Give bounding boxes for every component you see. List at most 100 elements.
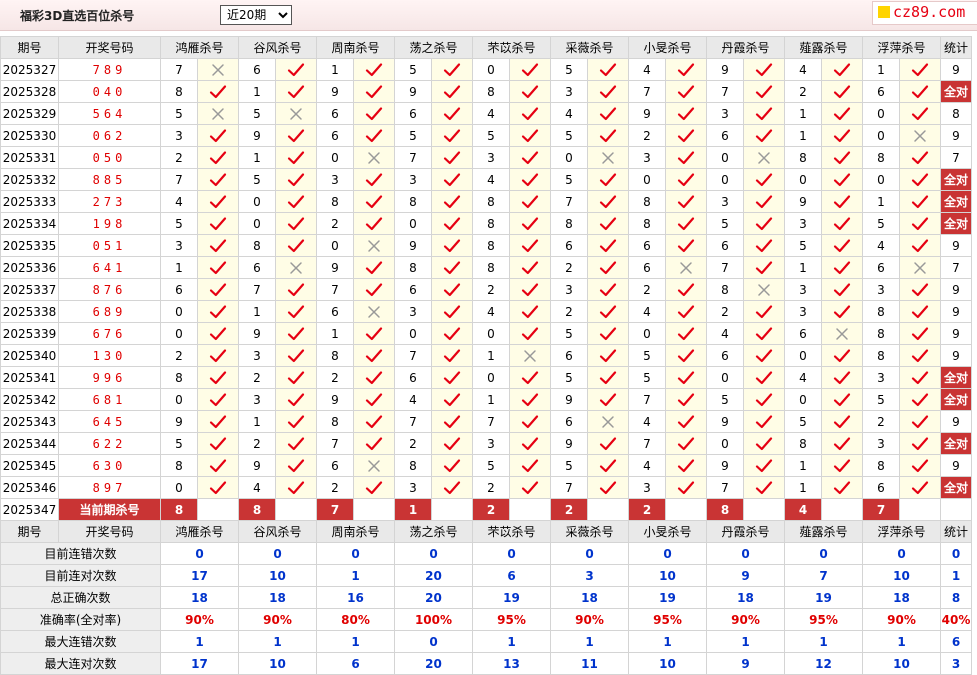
stats-value: 1: [238, 630, 317, 653]
check-icon: [521, 305, 539, 319]
hit-mark-cell: [899, 388, 941, 411]
current-kill-spacer: [899, 498, 941, 521]
col-header-expert[interactable]: 周南杀号: [316, 36, 395, 59]
hit-mark-cell: [353, 388, 395, 411]
col-header-expert[interactable]: 荡之杀号: [394, 520, 473, 543]
hit-mark-cell: [587, 476, 629, 499]
col-header-expert[interactable]: 采薇杀号: [550, 520, 629, 543]
col-header-expert[interactable]: 小旻杀号: [628, 520, 707, 543]
current-kill-spacer: [197, 498, 239, 521]
col-header-expert[interactable]: 芣苡杀号: [472, 36, 551, 59]
draw-number-cell: 273: [58, 190, 161, 213]
current-kill-number: 8: [160, 498, 198, 521]
hit-mark-cell: [353, 168, 395, 191]
col-header-expert[interactable]: 丹霞杀号: [706, 36, 785, 59]
col-header-expert[interactable]: 丹霞杀号: [706, 520, 785, 543]
current-kill-spacer: [431, 498, 473, 521]
check-icon: [911, 239, 929, 253]
kill-number-cell: 1: [472, 344, 510, 367]
hit-mark-cell: [509, 212, 551, 235]
kill-number-cell: 2: [238, 432, 276, 455]
kill-number-cell: 8: [472, 190, 510, 213]
kill-number-cell: 3: [472, 432, 510, 455]
kill-number-cell: 4: [628, 454, 666, 477]
col-header-expert[interactable]: 鸿雁杀号: [160, 36, 239, 59]
hit-mark-cell: [353, 432, 395, 455]
period-cell: 2025339: [0, 322, 59, 345]
kill-number-cell: 8: [316, 344, 354, 367]
kill-number-cell: 0: [160, 388, 198, 411]
stats-value: 1: [472, 630, 551, 653]
kill-number-cell: 7: [394, 344, 432, 367]
stats-value: 20: [394, 586, 473, 609]
col-header-expert[interactable]: 小旻杀号: [628, 36, 707, 59]
stats-value: 18: [706, 586, 785, 609]
kill-number-cell: 0: [784, 388, 822, 411]
site-logo[interactable]: cz89.com: [872, 1, 977, 25]
col-header-expert[interactable]: 浮萍杀号: [862, 520, 941, 543]
stats-value: 17: [160, 652, 239, 675]
hit-mark-cell: [509, 322, 551, 345]
kill-number-cell: 0: [784, 168, 822, 191]
kill-number-cell: 6: [550, 410, 588, 433]
table-row: 2025336 641 1 6 9 8 8 2 6 7 1 6 7: [0, 256, 972, 279]
check-icon: [287, 217, 305, 231]
stats-value: 95%: [628, 608, 707, 631]
draw-number-cell: 641: [58, 256, 161, 279]
col-header-expert[interactable]: 谷风杀号: [238, 520, 317, 543]
hit-mark-cell: [275, 300, 317, 323]
hit-mark-cell: [197, 256, 239, 279]
kill-number-cell: 7: [394, 146, 432, 169]
hit-mark-cell: [197, 476, 239, 499]
col-header-expert[interactable]: 周南杀号: [316, 520, 395, 543]
table-row: 2025335 051 3 8 0 9 8 6 6 6 5 4 9: [0, 234, 972, 257]
col-header-expert[interactable]: 谷风杀号: [238, 36, 317, 59]
check-icon: [209, 151, 227, 165]
hit-mark-cell: [275, 124, 317, 147]
kill-number-cell: 0: [160, 322, 198, 345]
period-select[interactable]: 近20期: [220, 5, 292, 25]
draw-number-cell: 676: [58, 322, 161, 345]
hit-mark-cell: [275, 322, 317, 345]
col-header-expert[interactable]: 薤露杀号: [784, 36, 863, 59]
hit-mark-cell: [431, 344, 473, 367]
kill-number-cell: 7: [628, 80, 666, 103]
hit-mark-cell: [743, 432, 785, 455]
kill-number-cell: 5: [550, 366, 588, 389]
stats-value: 19: [628, 586, 707, 609]
hit-mark-cell: [821, 124, 863, 147]
kill-number-cell: 6: [394, 366, 432, 389]
hit-mark-cell: [665, 102, 707, 125]
kill-number-cell: 4: [472, 102, 510, 125]
col-header-expert[interactable]: 荡之杀号: [394, 36, 473, 59]
col-header-expert[interactable]: 采薇杀号: [550, 36, 629, 59]
check-icon: [755, 349, 773, 363]
kill-number-cell: 7: [472, 410, 510, 433]
check-icon: [599, 283, 617, 297]
hit-mark-cell: [587, 168, 629, 191]
kill-number-cell: 5: [784, 410, 822, 433]
check-icon: [911, 371, 929, 385]
check-icon: [365, 415, 383, 429]
check-icon: [755, 327, 773, 341]
check-icon: [833, 481, 851, 495]
kill-number-cell: 7: [316, 432, 354, 455]
kill-number-cell: 0: [550, 146, 588, 169]
check-icon: [209, 129, 227, 143]
col-header-draw: 开奖号码: [58, 520, 161, 543]
col-header-expert[interactable]: 芣苡杀号: [472, 520, 551, 543]
col-header-expert[interactable]: 薤露杀号: [784, 520, 863, 543]
stats-value: 1: [316, 630, 395, 653]
check-icon: [443, 261, 461, 275]
kill-number-cell: 8: [784, 432, 822, 455]
check-icon: [209, 437, 227, 451]
hit-mark-cell: [821, 256, 863, 279]
kill-number-cell: 1: [316, 58, 354, 81]
hit-mark-cell: [353, 102, 395, 125]
hit-mark-cell: [587, 190, 629, 213]
col-header-expert[interactable]: 浮萍杀号: [862, 36, 941, 59]
kill-number-cell: 5: [706, 212, 744, 235]
check-icon: [755, 217, 773, 231]
col-header-expert[interactable]: 鸿雁杀号: [160, 520, 239, 543]
check-icon: [521, 173, 539, 187]
